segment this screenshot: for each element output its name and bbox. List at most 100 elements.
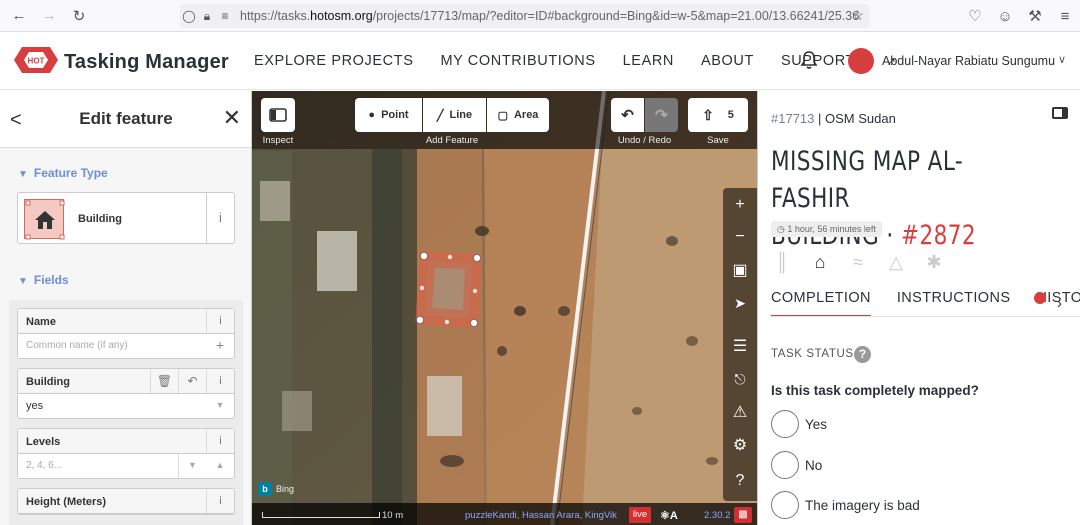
- option-no[interactable]: No: [771, 451, 822, 479]
- project-id[interactable]: #17713: [771, 111, 814, 126]
- satellite-imagery: [252, 91, 757, 525]
- live-badge: live: [629, 507, 651, 523]
- fields-heading[interactable]: ▼ Fields: [18, 273, 69, 287]
- brand-name[interactable]: Tasking Manager: [64, 51, 229, 74]
- field-label: Name i: [18, 309, 234, 334]
- radio-yes[interactable]: [771, 410, 799, 438]
- undo-button[interactable]: ↶: [611, 98, 644, 132]
- field-name: Name i Common name (if any) +: [17, 308, 235, 359]
- task-tabs: COMPLETION INSTRUCTIONS HISTORY: [771, 290, 1080, 317]
- browser-toolbar: ← → ↻ ◯ 🔒︎ ≡ https://tasks.hotosm.org/pr…: [0, 0, 1080, 32]
- geolocate-icon[interactable]: ➤: [723, 286, 757, 320]
- preferences-icon[interactable]: ⚙: [723, 428, 757, 462]
- mode-line-button[interactable]: ╱ Line: [423, 98, 486, 132]
- close-icon[interactable]: ✕: [223, 105, 241, 131]
- chevron-right-icon[interactable]: ›: [1057, 295, 1062, 312]
- field-levels: Levels i 2, 4, 6... ▼ ▲: [17, 428, 235, 479]
- radio-no[interactable]: [771, 451, 799, 479]
- pocket-icon[interactable]: ♡: [960, 0, 990, 32]
- zoom-out-icon[interactable]: −: [723, 220, 757, 254]
- mode-point-button[interactable]: ● Point: [355, 98, 422, 132]
- extensions-icon[interactable]: ⚒: [1020, 0, 1050, 32]
- forward-arrow-icon[interactable]: →: [34, 0, 64, 32]
- feature-type-heading[interactable]: ▼ Feature Type: [18, 166, 108, 180]
- nav-learn[interactable]: LEARN: [623, 53, 674, 69]
- undo-field-icon[interactable]: ↶: [178, 369, 206, 393]
- save-button[interactable]: ⇧ 5: [688, 98, 748, 132]
- undo-redo-label: Undo / Redo: [617, 135, 672, 146]
- address-bar[interactable]: ◯ 🔒︎ ≡ https://tasks.hotosm.org/projects…: [180, 4, 870, 28]
- info-icon[interactable]: i: [206, 429, 234, 453]
- bug-translate-icon[interactable]: ⚛A: [660, 509, 678, 522]
- selected-building-outline[interactable]: [415, 251, 482, 328]
- nav-explore-projects[interactable]: EXPLORE PROJECTS: [254, 53, 413, 69]
- account-icon[interactable]: ☺: [990, 0, 1020, 32]
- task-number: #2872: [900, 220, 977, 251]
- project-title: MISSING MAP AL-FASHIR BUILDING · #2872: [771, 146, 977, 251]
- url-text: https://tasks.hotosm.org/projects/17713/…: [240, 9, 860, 23]
- inspect-button[interactable]: [261, 98, 295, 132]
- option-yes[interactable]: Yes: [771, 410, 827, 438]
- feature-type-selector[interactable]: Building i: [17, 192, 235, 244]
- gift-icon[interactable]: ▩: [734, 507, 752, 523]
- info-icon[interactable]: i: [206, 489, 234, 513]
- contributors-text[interactable]: puzzleKandi, Hassan Arara, KingVik: [465, 510, 617, 521]
- sidebar-toggle-icon: [269, 108, 287, 122]
- pin-icon: ●: [368, 109, 376, 121]
- save-label: Save: [707, 135, 729, 146]
- permissions-icon[interactable]: ≡: [216, 9, 234, 23]
- feature-type-name: Building: [78, 213, 122, 225]
- clock-icon: ◷: [777, 224, 785, 234]
- field-label: Building 🗑︎ ↶ i: [18, 369, 234, 394]
- reload-icon[interactable]: ↻: [64, 0, 94, 32]
- building-combo[interactable]: yes ▼: [18, 394, 234, 418]
- nav-my-contributions[interactable]: MY CONTRIBUTIONS: [440, 53, 595, 69]
- user-name[interactable]: Abdul-Nayar Rabiatu Sungumu: [882, 54, 1055, 68]
- shield-icon[interactable]: ◯: [180, 9, 198, 23]
- zoom-to-selection-icon[interactable]: ▣: [723, 253, 757, 287]
- caret-down-icon[interactable]: ▼: [206, 394, 234, 418]
- tab-completion[interactable]: COMPLETION: [771, 290, 871, 317]
- bell-icon[interactable]: [800, 50, 818, 70]
- help-icon[interactable]: ?: [723, 464, 757, 498]
- project-org: OSM Sudan: [825, 111, 896, 126]
- levels-input[interactable]: 2, 4, 6... ▼ ▲: [18, 454, 234, 478]
- map-data-icon[interactable]: ⎋: [723, 362, 757, 396]
- bookmark-star-icon[interactable]: ☆: [851, 7, 864, 24]
- map-canvas[interactable]: Inspect ● Point ╱ Line ▢ Area Add Feature ↶…: [252, 91, 757, 525]
- option-no-label: No: [805, 457, 823, 473]
- lock-icon[interactable]: 🔒︎: [198, 9, 216, 24]
- zoom-in-icon[interactable]: +: [723, 188, 757, 222]
- option-imagery-bad[interactable]: The imagery is bad: [771, 491, 920, 519]
- mode-area-button[interactable]: ▢ Area: [487, 98, 549, 132]
- hot-logo[interactable]: HOT: [14, 45, 58, 75]
- back-arrow-icon[interactable]: ←: [4, 0, 34, 32]
- info-icon[interactable]: i: [206, 193, 234, 243]
- field-building: Building 🗑︎ ↶ i yes ▼: [17, 368, 235, 419]
- panel-toggle-icon[interactable]: [1052, 107, 1068, 119]
- increment-icon[interactable]: ▲: [206, 454, 234, 478]
- info-icon[interactable]: i: [206, 369, 234, 393]
- tabs-divider: [771, 316, 1080, 317]
- issues-warning-icon[interactable]: ⚠: [723, 395, 757, 429]
- background-layers-icon[interactable]: ☰: [723, 329, 757, 363]
- svg-text:HOT: HOT: [28, 57, 45, 66]
- redo-icon: ↷: [655, 107, 668, 124]
- tab-instructions[interactable]: INSTRUCTIONS: [897, 290, 1011, 317]
- bing-attribution[interactable]: b Bing: [258, 482, 294, 496]
- nav-about[interactable]: ABOUT: [701, 53, 754, 69]
- scale-bar[interactable]: [262, 512, 380, 518]
- avatar[interactable]: [848, 48, 874, 74]
- trash-icon[interactable]: 🗑︎: [150, 369, 178, 393]
- info-icon[interactable]: i: [206, 309, 234, 333]
- redo-button[interactable]: ↷: [645, 98, 678, 132]
- panel-title: Edit feature: [79, 109, 173, 128]
- name-input[interactable]: Common name (if any) +: [18, 334, 234, 358]
- decrement-icon[interactable]: ▼: [178, 454, 206, 478]
- radio-imagery-bad[interactable]: [771, 491, 799, 519]
- plus-icon[interactable]: +: [206, 334, 234, 358]
- chevron-down-icon[interactable]: ∨: [1058, 53, 1066, 66]
- help-question-icon[interactable]: ?: [854, 346, 871, 363]
- menu-icon[interactable]: ≡: [1050, 0, 1080, 32]
- version-text[interactable]: 2.30.2: [704, 510, 730, 521]
